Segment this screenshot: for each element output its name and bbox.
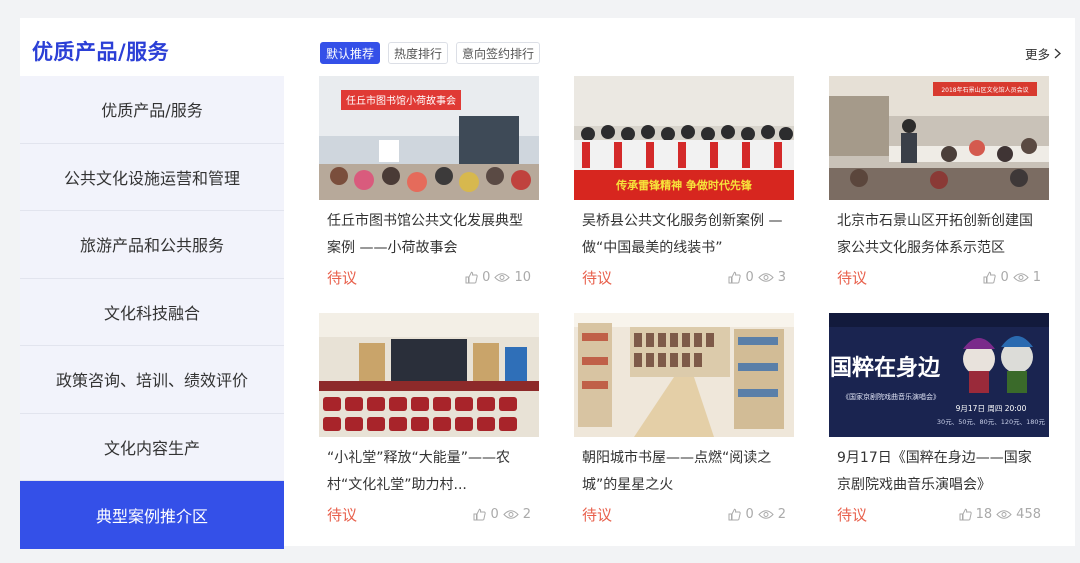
sidebar-item-culture-tech[interactable]: 文化科技融合 <box>20 279 284 346</box>
like-count: 0 <box>745 507 754 522</box>
case-title: 北京市石景山区开拓创新创建国家公共文化服务体系示范区 <box>837 213 1033 256</box>
view-count: 2 <box>522 507 531 522</box>
view-count: 458 <box>1016 507 1041 522</box>
status-badge: 待议 <box>327 506 358 524</box>
status-badge: 待议 <box>582 269 613 287</box>
poster-prices: 30元、50元、80元、120元、180元 <box>937 418 1046 426</box>
like-count: 0 <box>490 507 499 522</box>
status-badge: 待议 <box>327 269 358 287</box>
case-thumbnail <box>319 313 539 437</box>
chevron-right-icon <box>1054 48 1061 59</box>
poster-subtitle: 《国家京剧院戏曲音乐演唱会》 <box>842 392 940 401</box>
case-stats: 18 458 <box>959 507 1041 522</box>
thumbs-up-icon[interactable] <box>728 508 742 521</box>
banner-text: 任丘市图书馆小荷故事会 <box>346 94 456 107</box>
more-link[interactable]: 更多 <box>1025 44 1061 63</box>
view-count: 10 <box>514 270 531 285</box>
case-thumbnail: 2018年石景山区文化馆人员会议 <box>829 76 1049 200</box>
tab-signing-intent[interactable]: 意向签约排行 <box>456 42 541 64</box>
poster-title: 国粹在身边 <box>830 355 941 381</box>
case-card[interactable]: 2018年石景山区文化馆人员会议 北京市石景山区开拓创新创建国家公共文化服务体系… <box>829 76 1049 313</box>
eye-icon <box>996 510 1012 519</box>
case-title: “小礼堂”释放“大能量”——农村“文化礼堂”助力村... <box>327 450 511 493</box>
case-stats: 0 2 <box>728 507 786 522</box>
eye-icon <box>758 510 774 519</box>
status-badge: 待议 <box>837 269 868 287</box>
case-thumbnail: 国粹在身边 《国家京剧院戏曲音乐演唱会》 9月17日 周四 20:00 30元、… <box>829 313 1049 437</box>
case-grid: 任丘市图书馆小荷故事会 任丘市图书馆公共文化发展典型案例 ——小荷故事会 待议 … <box>319 76 1049 550</box>
eye-icon <box>758 273 774 282</box>
sort-tabs: 默认推荐 热度排行 意向签约排行 <box>320 42 541 64</box>
sidebar-item-public-facilities[interactable]: 公共文化设施运营和管理 <box>20 144 284 211</box>
tab-popularity[interactable]: 热度排行 <box>388 42 449 64</box>
like-count: 0 <box>1000 270 1009 285</box>
case-title: 9月17日《国粹在身边——国家京剧院戏曲音乐演唱会》 <box>837 450 1032 493</box>
thumbs-up-icon[interactable] <box>959 508 972 521</box>
sidebar-item-tourism[interactable]: 旅游产品和公共服务 <box>20 211 284 279</box>
like-count: 18 <box>975 507 993 522</box>
case-stats: 0 3 <box>728 270 786 285</box>
sidebar-item-policy-consulting[interactable]: 政策咨询、培训、绩效评价 <box>20 346 284 414</box>
banner-text: 传承雷锋精神 争做时代先锋 <box>615 178 753 192</box>
case-thumbnail <box>574 313 794 437</box>
eye-icon <box>494 273 511 282</box>
case-showcase-panel: 优质产品/服务 优质产品/服务 公共文化设施运营和管理 旅游产品和公共服务 文化… <box>20 18 1075 549</box>
status-badge: 待议 <box>837 506 868 524</box>
category-sidebar: 优质产品/服务 公共文化设施运营和管理 旅游产品和公共服务 文化科技融合 政策咨… <box>20 76 284 549</box>
tab-default[interactable]: 默认推荐 <box>320 42 381 64</box>
case-thumbnail: 任丘市图书馆小荷故事会 <box>319 76 539 200</box>
section-title: 优质产品/服务 <box>32 40 170 64</box>
thumbs-up-icon[interactable] <box>983 271 997 284</box>
like-count: 0 <box>482 270 491 285</box>
thumbs-up-icon[interactable] <box>465 271 478 284</box>
case-title: 吴桥县公共文化服务创新案例 —做“中国最美的线装书” <box>582 213 783 256</box>
case-stats: 0 2 <box>473 507 531 522</box>
case-card[interactable]: 国粹在身边 《国家京剧院戏曲音乐演唱会》 9月17日 周四 20:00 30元、… <box>829 313 1049 550</box>
case-stats: 0 1 <box>983 270 1041 285</box>
sidebar-item-content-production[interactable]: 文化内容生产 <box>20 414 284 481</box>
sidebar-item-quality-products[interactable]: 优质产品/服务 <box>20 76 284 144</box>
thumbs-up-icon[interactable] <box>473 508 487 521</box>
case-title: 任丘市图书馆公共文化发展典型案例 ——小荷故事会 <box>327 213 523 256</box>
case-card[interactable]: 传承雷锋精神 争做时代先锋 吴桥县公共文化服务创新案例 —做“中国最美的线装书”… <box>574 76 794 313</box>
view-count: 2 <box>777 507 786 522</box>
like-count: 0 <box>745 270 754 285</box>
case-title: 朝阳城市书屋——点燃“阅读之城”的星星之火 <box>582 450 772 493</box>
eye-icon <box>503 510 519 519</box>
view-count: 1 <box>1032 270 1041 285</box>
poster-date: 9月17日 周四 20:00 <box>956 404 1027 413</box>
case-card[interactable]: 朝阳城市书屋——点燃“阅读之城”的星星之火 待议 0 2 <box>574 313 794 550</box>
case-card[interactable]: 任丘市图书馆小荷故事会 任丘市图书馆公共文化发展典型案例 ——小荷故事会 待议 … <box>319 76 539 313</box>
case-card[interactable]: “小礼堂”释放“大能量”——农村“文化礼堂”助力村... 待议 0 2 <box>319 313 539 550</box>
more-label: 更多 <box>1024 47 1050 62</box>
banner-text: 2018年石景山区文化馆人员会议 <box>941 86 1028 94</box>
eye-icon <box>1013 273 1029 282</box>
view-count: 3 <box>777 270 786 285</box>
status-badge: 待议 <box>582 506 613 524</box>
sidebar-item-typical-cases[interactable]: 典型案例推介区 <box>20 481 284 549</box>
thumbs-up-icon[interactable] <box>728 271 742 284</box>
case-thumbnail: 传承雷锋精神 争做时代先锋 <box>574 76 794 200</box>
case-stats: 0 10 <box>465 270 531 285</box>
